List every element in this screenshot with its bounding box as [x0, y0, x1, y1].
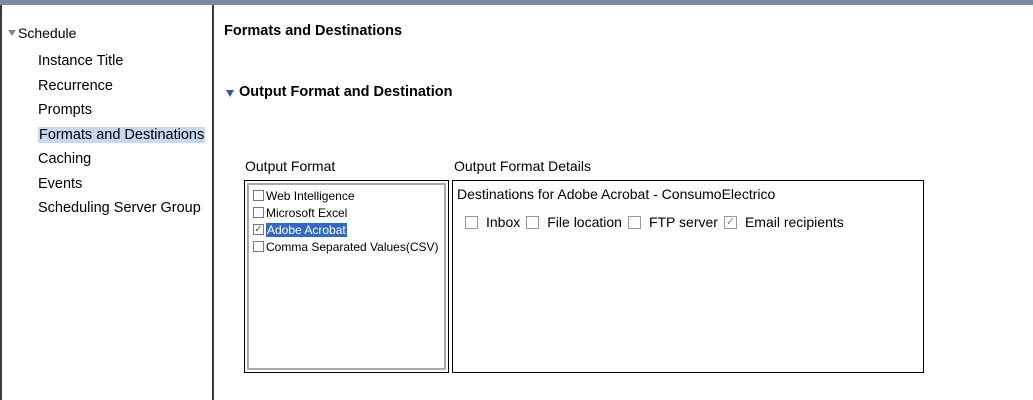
ftp-server-checkbox[interactable]: [627, 215, 641, 229]
sidebar-item-events[interactable]: Events: [38, 172, 205, 197]
output-format-details-label: Output Format Details: [454, 158, 591, 174]
output-format-label: Output Format: [245, 158, 336, 174]
email-recipients-label: Email recipients: [744, 214, 844, 230]
sidebar-item-prompts[interactable]: Prompts: [38, 98, 205, 123]
format-checkbox[interactable]: [253, 190, 264, 201]
sidebar-tree: Schedule Instance Title Recurrence Promp…: [0, 5, 214, 400]
sidebar-item-instance-title[interactable]: Instance Title: [38, 49, 205, 74]
file-location-label: File location: [547, 214, 622, 230]
format-item-web-intelligence[interactable]: Web Intelligence: [253, 187, 440, 204]
main-panel: Formats and Destinations Output Format a…: [214, 5, 1033, 400]
sidebar-item-caching[interactable]: Caching: [38, 147, 205, 172]
email-recipients-checkbox[interactable]: ✓: [723, 215, 737, 229]
collapse-triangle-icon[interactable]: [8, 30, 16, 36]
format-checkbox-checked[interactable]: ✓: [253, 224, 264, 235]
details-title: Destinations for Adobe Acrobat - Consumo…: [457, 186, 776, 202]
tree-root-label: Schedule: [18, 25, 77, 41]
page-title: Formats and Destinations: [224, 23, 403, 39]
sidebar-item-formats-and-destinations[interactable]: Formats and Destinations: [38, 123, 206, 148]
section-header[interactable]: Output Format and Destination: [226, 84, 452, 100]
inbox-label: Inbox: [486, 214, 521, 230]
format-item-adobe-acrobat[interactable]: ✓ Adobe Acrobat: [253, 221, 440, 238]
output-format-details-panel: Destinations for Adobe Acrobat - Consumo…: [452, 180, 924, 373]
section-title: Output Format and Destination: [239, 84, 453, 100]
inbox-checkbox[interactable]: [465, 215, 478, 229]
expand-triangle-icon[interactable]: [226, 90, 234, 97]
output-format-list[interactable]: Web Intelligence Microsoft Excel ✓ Adobe…: [244, 180, 449, 373]
ftp-server-label: FTP server: [648, 214, 718, 230]
format-item-microsoft-excel[interactable]: Microsoft Excel: [253, 204, 440, 221]
file-location-checkbox[interactable]: [526, 215, 540, 229]
destinations-row: Inbox File location FTP server ✓ Email r…: [457, 214, 919, 230]
sidebar-item-recurrence[interactable]: Recurrence: [38, 74, 205, 99]
format-checkbox[interactable]: [253, 241, 264, 252]
format-checkbox[interactable]: [253, 207, 264, 218]
tree-root-schedule[interactable]: Schedule: [8, 25, 76, 41]
sidebar-item-scheduling-server-group[interactable]: Scheduling Server Group: [38, 196, 205, 221]
format-item-csv[interactable]: Comma Separated Values(CSV): [253, 238, 440, 255]
